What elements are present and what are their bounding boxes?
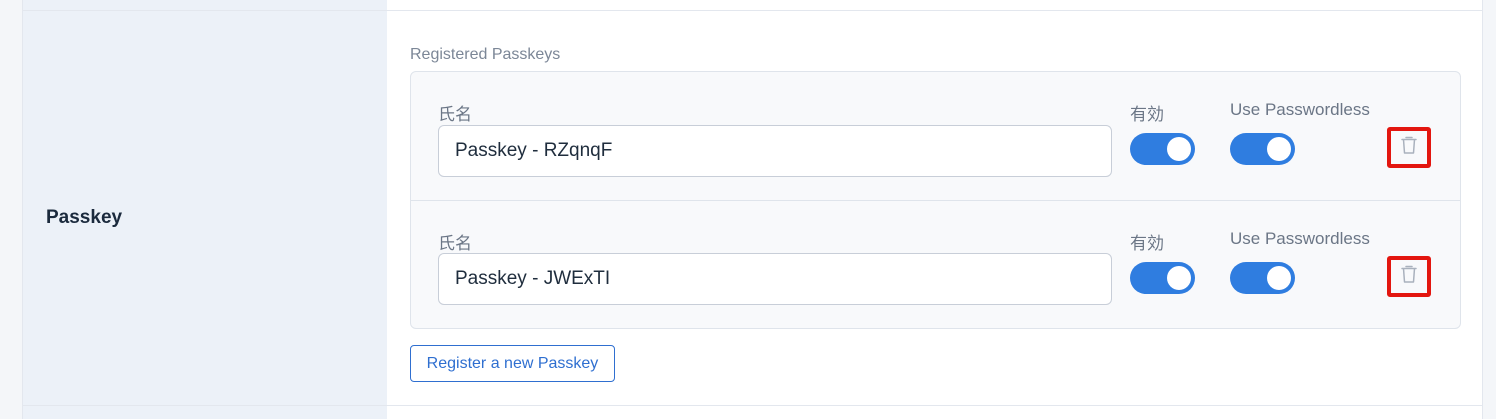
enabled-label: 有効	[1130, 105, 1164, 124]
passwordless-label: Use Passwordless	[1230, 100, 1370, 119]
passwordless-label: Use Passwordless	[1230, 229, 1370, 248]
toggle-knob	[1267, 137, 1291, 161]
passkey-row-label: Passkey	[46, 207, 123, 228]
passwordless-toggle[interactable]	[1230, 262, 1295, 294]
delete-passkey-button[interactable]	[1387, 256, 1431, 297]
trash-icon	[1400, 135, 1418, 160]
passkey-item: 氏名 有効 Use Passwordless	[411, 72, 1460, 200]
enabled-label: 有効	[1130, 234, 1164, 253]
delete-passkey-button[interactable]	[1387, 127, 1431, 168]
registered-passkeys-title: Registered Passkeys	[410, 46, 561, 63]
label-column-bottom	[23, 406, 387, 419]
register-passkey-button[interactable]: Register a new Passkey	[410, 345, 615, 382]
toggle-knob	[1267, 266, 1291, 290]
passkey-item: 氏名 有効 Use Passwordless	[411, 200, 1460, 328]
label-column-top	[23, 0, 387, 10]
passkey-name-input[interactable]	[438, 125, 1112, 177]
toggle-knob	[1167, 137, 1191, 161]
toggle-knob	[1167, 266, 1191, 290]
name-field-label: 氏名	[438, 234, 472, 253]
label-column: Passkey	[23, 11, 387, 405]
passkey-name-input[interactable]	[438, 253, 1112, 305]
trash-icon	[1400, 264, 1418, 289]
enabled-toggle[interactable]	[1130, 262, 1195, 294]
name-field-label: 氏名	[438, 105, 472, 124]
settings-panel: Passkey Registered Passkeys 氏名 有効 Use Pa…	[22, 0, 1483, 419]
passwordless-toggle[interactable]	[1230, 133, 1295, 165]
passkey-list: 氏名 有効 Use Passwordless 氏名 有効 Use Passwo	[410, 71, 1461, 329]
enabled-toggle[interactable]	[1130, 133, 1195, 165]
